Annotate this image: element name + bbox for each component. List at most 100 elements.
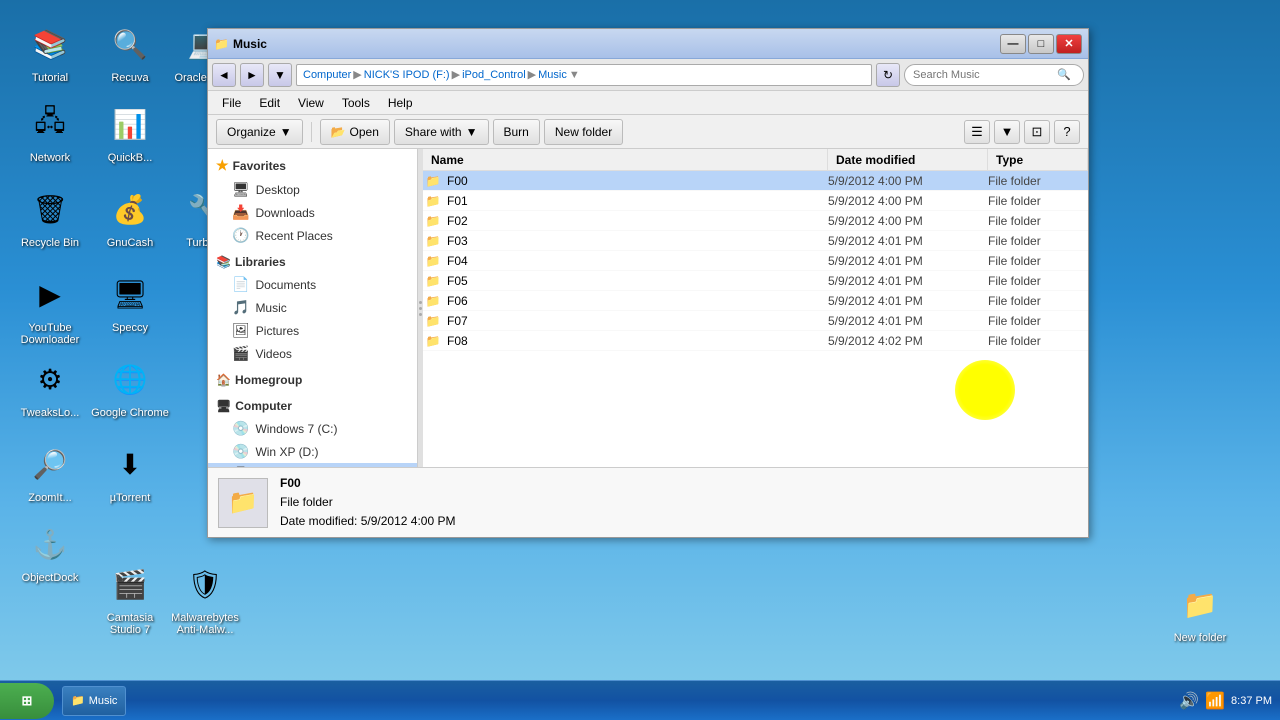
desktop-icon-recuva[interactable]: 🔍 Recuva xyxy=(90,20,170,84)
view-details-button[interactable]: ☰ xyxy=(964,120,990,144)
recent-locations-button[interactable]: ▼ xyxy=(268,63,292,87)
desktop-icon-camtasia[interactable]: 🎬 Camtasia Studio 7 xyxy=(90,560,170,636)
folder-icon: 📄 xyxy=(232,276,249,293)
desktop-icon-chrome[interactable]: 🌐 Google Chrome xyxy=(90,355,170,419)
table-row[interactable]: 📁 F08 5/9/2012 4:02 PM File folder xyxy=(423,331,1088,351)
help-button[interactable]: ? xyxy=(1054,120,1080,144)
table-row[interactable]: 📁 F00 5/9/2012 4:00 PM File folder xyxy=(423,171,1088,191)
libraries-section: 📚 Libraries 📄 Documents 🎵 Music 🖼 Pictur… xyxy=(208,251,417,365)
col-type-header[interactable]: Type xyxy=(988,149,1088,170)
start-button[interactable]: ⊞ xyxy=(0,683,54,719)
desktop-icon-quickbooks[interactable]: 📊 QuickB... xyxy=(90,100,170,164)
computer-header[interactable]: 🖥 Computer xyxy=(208,395,417,417)
taskbar: ⊞ 📁 Music 🔊 📶 8:37 PM xyxy=(0,680,1280,720)
table-row[interactable]: 📁 F05 5/9/2012 4:01 PM File folder xyxy=(423,271,1088,291)
desktop-icon-tweaks[interactable]: ⚙ TweaksLo... xyxy=(10,355,90,419)
nav-windows7[interactable]: 💿 Windows 7 (C:) xyxy=(208,417,417,440)
search-bar[interactable]: 🔍 xyxy=(904,64,1084,86)
forward-button[interactable]: ► xyxy=(240,63,264,87)
nav-desktop[interactable]: 🖥 Desktop xyxy=(208,178,417,201)
desktop-icon-gnucash[interactable]: 💰 GnuCash xyxy=(90,185,170,249)
burn-button[interactable]: Burn xyxy=(493,119,540,145)
menu-view[interactable]: View xyxy=(290,94,332,112)
nav-winxp[interactable]: 💿 Win XP (D:) xyxy=(208,440,417,463)
preview-button[interactable]: ⊡ xyxy=(1024,120,1050,144)
file-type-cell: File folder xyxy=(988,274,1088,288)
desktop-icon-newfolder[interactable]: 📁 New folder xyxy=(1160,580,1240,644)
homegroup-header[interactable]: 🏠 Homegroup xyxy=(208,369,417,391)
newfolder-icon: 📁 xyxy=(1176,580,1224,628)
nav-recent-places[interactable]: 🕐 Recent Places xyxy=(208,224,417,247)
organize-button[interactable]: Organize ▼ xyxy=(216,119,303,145)
file-name-cell: F06 xyxy=(443,294,828,308)
menu-edit[interactable]: Edit xyxy=(251,94,288,112)
desktop-icon-tutorial[interactable]: 📚 Tutorial xyxy=(10,20,90,84)
nav-documents[interactable]: 📄 Documents xyxy=(208,273,417,296)
breadcrumb-music[interactable]: Music xyxy=(538,69,567,81)
drive-icon: 💿 xyxy=(232,443,249,460)
table-row[interactable]: 📁 F01 5/9/2012 4:00 PM File folder xyxy=(423,191,1088,211)
status-item-type: File folder xyxy=(280,493,455,512)
breadcrumb-computer[interactable]: Computer xyxy=(303,69,351,81)
breadcrumb-ipod[interactable]: NICK'S IPOD (F:) xyxy=(364,69,450,81)
recuva-label: Recuva xyxy=(111,72,148,84)
desktop-icon-youtube[interactable]: ▶ YouTube Downloader xyxy=(10,270,90,346)
nav-downloads[interactable]: 📥 Downloads xyxy=(208,201,417,224)
volume-icon[interactable]: 🔊 xyxy=(1179,691,1199,711)
maximize-button[interactable]: □ xyxy=(1028,34,1054,54)
libraries-header[interactable]: 📚 Libraries xyxy=(208,251,417,273)
menu-tools[interactable]: Tools xyxy=(334,94,378,112)
desktop-icon-network[interactable]: 🖧 Network xyxy=(10,100,90,164)
network-tray-icon[interactable]: 📶 xyxy=(1205,691,1225,711)
zoomit-label: ZoomIt... xyxy=(28,492,71,504)
col-name-header[interactable]: Name xyxy=(423,149,828,170)
share-button[interactable]: Share with ▼ xyxy=(394,119,489,145)
refresh-button[interactable]: ↻ xyxy=(876,63,900,87)
file-list-body[interactable]: 📁 F00 5/9/2012 4:00 PM File folder 📁 F01… xyxy=(423,171,1088,467)
search-input[interactable] xyxy=(913,69,1053,81)
newfolder-label: New folder xyxy=(1174,632,1227,644)
desktop-icon-malware[interactable]: 🛡 Malwarebytes Anti-Malw... xyxy=(165,560,245,636)
recuva-icon: 🔍 xyxy=(106,20,154,68)
nav-videos[interactable]: 🎬 Videos xyxy=(208,342,417,365)
menu-help[interactable]: Help xyxy=(380,94,421,112)
taskbar-explorer-button[interactable]: 📁 Music xyxy=(62,686,126,716)
desktop-icon-recycle[interactable]: 🗑 Recycle Bin xyxy=(10,185,90,249)
open-button[interactable]: 📂 Open xyxy=(320,119,390,145)
back-button[interactable]: ◄ xyxy=(212,63,236,87)
open-icon: 📂 xyxy=(331,125,346,139)
file-date-cell: 5/9/2012 4:00 PM xyxy=(828,174,988,188)
search-icon[interactable]: 🔍 xyxy=(1057,68,1071,81)
table-row[interactable]: 📁 F03 5/9/2012 4:01 PM File folder xyxy=(423,231,1088,251)
nav-pictures[interactable]: 🖼 Pictures xyxy=(208,319,417,342)
favorites-header[interactable]: ★ Favorites xyxy=(208,153,417,178)
menu-file[interactable]: File xyxy=(214,94,249,112)
table-row[interactable]: 📁 F04 5/9/2012 4:01 PM File folder xyxy=(423,251,1088,271)
desktop-icon-speccy[interactable]: 🖥 Speccy xyxy=(90,270,170,334)
malware-label: Malwarebytes Anti-Malw... xyxy=(165,612,245,636)
utorrent-icon: ⬇ xyxy=(106,440,154,488)
close-button[interactable]: ✕ xyxy=(1056,34,1082,54)
new-folder-button[interactable]: New folder xyxy=(544,119,623,145)
table-row[interactable]: 📁 F07 5/9/2012 4:01 PM File folder xyxy=(423,311,1088,331)
status-item-name: F00 xyxy=(280,474,455,493)
desktop-icon-objectdock[interactable]: ⚓ ObjectDock xyxy=(10,520,90,584)
view-dropdown-button[interactable]: ▼ xyxy=(994,120,1020,144)
navigation-pane: ★ Favorites 🖥 Desktop 📥 Downloads 🕐 Rece… xyxy=(208,149,418,467)
star-icon: ★ xyxy=(216,157,229,174)
file-name-cell: F07 xyxy=(443,314,828,328)
breadcrumb-ipodcontrol[interactable]: iPod_Control xyxy=(462,69,526,81)
separator-1 xyxy=(311,122,312,142)
col-date-header[interactable]: Date modified xyxy=(828,149,988,170)
status-bar: 📁 F00 File folder Date modified: 5/9/201… xyxy=(208,467,1088,537)
minimize-button[interactable]: — xyxy=(1000,34,1026,54)
breadcrumb[interactable]: Computer ▶ NICK'S IPOD (F:) ▶ iPod_Contr… xyxy=(296,64,872,86)
file-pane: Name Date modified Type 📁 F00 5/9/2012 4… xyxy=(423,149,1088,467)
objectdock-label: ObjectDock xyxy=(22,572,79,584)
table-row[interactable]: 📁 F02 5/9/2012 4:00 PM File folder xyxy=(423,211,1088,231)
nav-music[interactable]: 🎵 Music xyxy=(208,296,417,319)
desktop-icon-utorrent[interactable]: ⬇ µTorrent xyxy=(90,440,170,504)
table-row[interactable]: 📁 F06 5/9/2012 4:01 PM File folder xyxy=(423,291,1088,311)
folder-row-icon: 📁 xyxy=(423,334,443,348)
desktop-icon-zoomit[interactable]: 🔎 ZoomIt... xyxy=(10,440,90,504)
